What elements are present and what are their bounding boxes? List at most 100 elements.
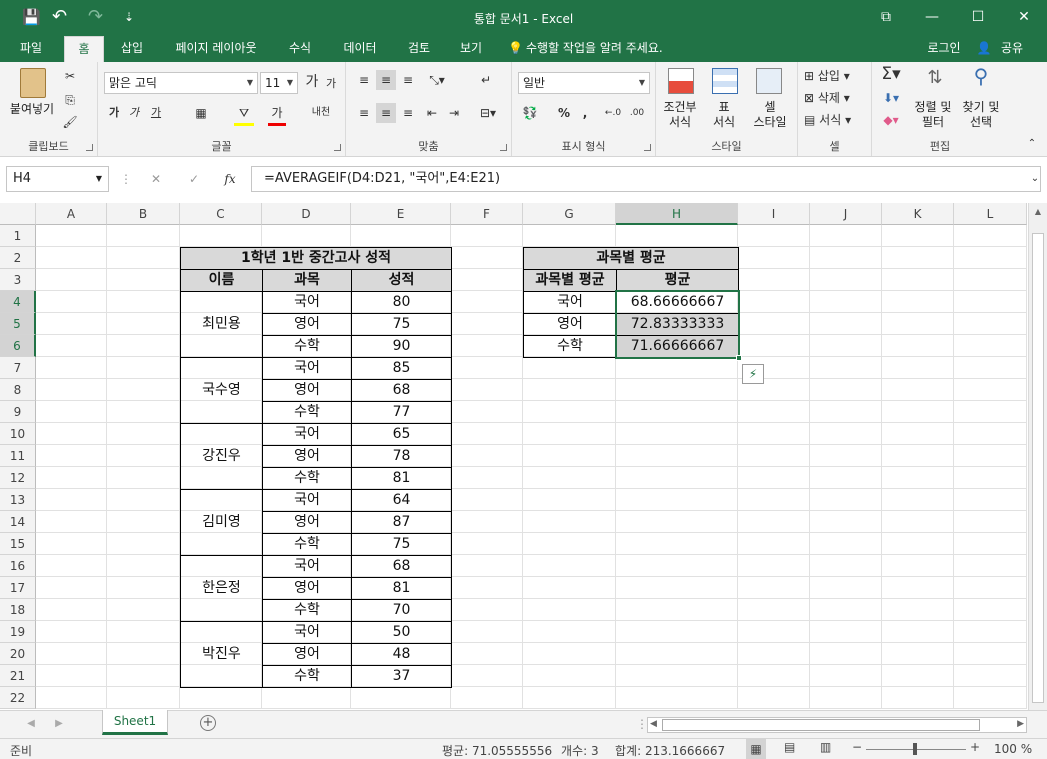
column-header-e[interactable]: E xyxy=(351,203,451,225)
cut-icon[interactable]: ✂ xyxy=(62,66,78,86)
decrease-indent-icon[interactable]: ⇤ xyxy=(422,103,442,123)
grid-cell[interactable] xyxy=(954,665,1027,687)
grid-cell[interactable] xyxy=(954,533,1027,555)
grid-cell[interactable] xyxy=(738,489,810,511)
average-subject-cell[interactable]: 수학 xyxy=(523,335,617,358)
paste-button[interactable]: 붙여넣기 xyxy=(4,102,60,117)
grid-cell[interactable] xyxy=(523,511,616,533)
grid-cell[interactable] xyxy=(810,401,882,423)
bold-button[interactable]: 가 xyxy=(106,103,122,123)
shrink-font-button[interactable]: 가 xyxy=(324,74,338,94)
grid-cell[interactable] xyxy=(954,643,1027,665)
grid-cell[interactable] xyxy=(36,445,107,467)
grid-cell[interactable] xyxy=(451,379,523,401)
zoom-in-button[interactable]: + xyxy=(970,740,980,754)
tab-data[interactable]: 데이터 xyxy=(332,36,388,62)
insert-function-icon[interactable]: fx xyxy=(220,169,240,189)
grid-cell[interactable] xyxy=(882,291,954,313)
grid-cell[interactable] xyxy=(523,379,616,401)
align-center-icon[interactable]: ≡ xyxy=(376,103,396,123)
insert-cells-button[interactable]: ⊞ 삽입 ▾ xyxy=(804,66,864,86)
grid-cell[interactable] xyxy=(523,467,616,489)
grid-cell[interactable] xyxy=(36,599,107,621)
subject-cell[interactable]: 수학 xyxy=(262,599,352,622)
grid-cell[interactable] xyxy=(882,335,954,357)
grid-cell[interactable] xyxy=(107,467,180,489)
row-header-10[interactable]: 10 xyxy=(0,423,36,445)
row-header-14[interactable]: 14 xyxy=(0,511,36,533)
grid-cell[interactable] xyxy=(523,665,616,687)
scroll-tabs-left-icon[interactable]: ◀ xyxy=(24,714,38,734)
score-cell[interactable]: 64 xyxy=(351,489,452,512)
subject-cell[interactable]: 수학 xyxy=(262,467,352,490)
student-name-cell[interactable]: 한은정 xyxy=(180,555,263,622)
grid-cell[interactable] xyxy=(810,335,882,357)
subject-cell[interactable]: 국어 xyxy=(262,423,352,446)
comma-button[interactable]: , xyxy=(578,103,592,123)
row-header-3[interactable]: 3 xyxy=(0,269,36,291)
grid-cell[interactable] xyxy=(810,445,882,467)
grid-cell[interactable] xyxy=(523,687,616,709)
row-header-4[interactable]: 4 xyxy=(0,291,36,313)
grid-cell[interactable] xyxy=(523,401,616,423)
grid-cell[interactable] xyxy=(107,555,180,577)
grid-cell[interactable] xyxy=(107,665,180,687)
grid-cell[interactable] xyxy=(616,687,738,709)
grid-cell[interactable] xyxy=(451,489,523,511)
grid-cell[interactable] xyxy=(954,269,1027,291)
grid-cell[interactable] xyxy=(882,511,954,533)
subject-cell[interactable]: 수학 xyxy=(262,665,352,688)
align-right-icon[interactable]: ≡ xyxy=(398,103,418,123)
table2-header-subject[interactable]: 과목별 평균 xyxy=(523,269,617,292)
grid-cell[interactable] xyxy=(738,247,810,269)
score-cell[interactable]: 90 xyxy=(351,335,452,358)
grid-cell[interactable] xyxy=(616,401,738,423)
grid-cell[interactable] xyxy=(616,423,738,445)
grid-cell[interactable] xyxy=(616,665,738,687)
grid-cell[interactable] xyxy=(451,621,523,643)
grid-cell[interactable] xyxy=(451,401,523,423)
grid-cell[interactable] xyxy=(882,467,954,489)
font-size-dropdown[interactable]: 11 ▼ xyxy=(260,72,298,94)
grid-cell[interactable] xyxy=(810,489,882,511)
grid-cell[interactable] xyxy=(36,313,107,335)
grid-cell[interactable] xyxy=(954,247,1027,269)
grid-cell[interactable] xyxy=(882,423,954,445)
vertical-scrollbar[interactable]: ▲ xyxy=(1028,203,1047,710)
minimize-button[interactable]: — xyxy=(909,0,955,34)
grid-cell[interactable] xyxy=(451,247,523,269)
score-cell[interactable]: 80 xyxy=(351,291,452,314)
row-header-8[interactable]: 8 xyxy=(0,379,36,401)
scroll-left-icon[interactable]: ◀ xyxy=(650,719,657,729)
grid-cell[interactable] xyxy=(738,621,810,643)
grid-cell[interactable] xyxy=(810,291,882,313)
grid-cell[interactable] xyxy=(351,687,451,709)
fill-color-icon[interactable]: ⛛ xyxy=(234,103,254,126)
table1-title-cell[interactable]: 1학년 1반 중간고사 성적 xyxy=(180,247,452,270)
grid-cell[interactable] xyxy=(107,423,180,445)
grid-cell[interactable] xyxy=(36,489,107,511)
grid-cell[interactable] xyxy=(954,423,1027,445)
grid-cell[interactable] xyxy=(810,269,882,291)
grid-cell[interactable] xyxy=(107,291,180,313)
column-header-a[interactable]: A xyxy=(36,203,107,225)
table-format-button[interactable]: 표 서식 xyxy=(700,100,748,130)
grid-cell[interactable] xyxy=(616,621,738,643)
tell-me-input[interactable]: 수행할 작업을 알려 주세요. xyxy=(526,36,686,62)
grid-cell[interactable] xyxy=(451,665,523,687)
grid-cell[interactable] xyxy=(616,225,738,247)
grid-cell[interactable] xyxy=(523,533,616,555)
grid-cell[interactable] xyxy=(107,599,180,621)
grid-cell[interactable] xyxy=(36,467,107,489)
scroll-right-icon[interactable]: ▶ xyxy=(1017,719,1024,729)
table1-header-score[interactable]: 성적 xyxy=(351,269,452,292)
autosum-icon[interactable]: Σ▾ xyxy=(878,64,904,84)
borders-icon[interactable]: ▦ xyxy=(192,103,210,123)
row-header-21[interactable]: 21 xyxy=(0,665,36,687)
new-sheet-button[interactable]: + xyxy=(200,715,216,731)
increase-indent-icon[interactable]: ⇥ xyxy=(444,103,464,123)
row-header-6[interactable]: 6 xyxy=(0,335,36,357)
column-header-f[interactable]: F xyxy=(451,203,523,225)
grid-cell[interactable] xyxy=(523,357,616,379)
score-cell[interactable]: 85 xyxy=(351,357,452,380)
